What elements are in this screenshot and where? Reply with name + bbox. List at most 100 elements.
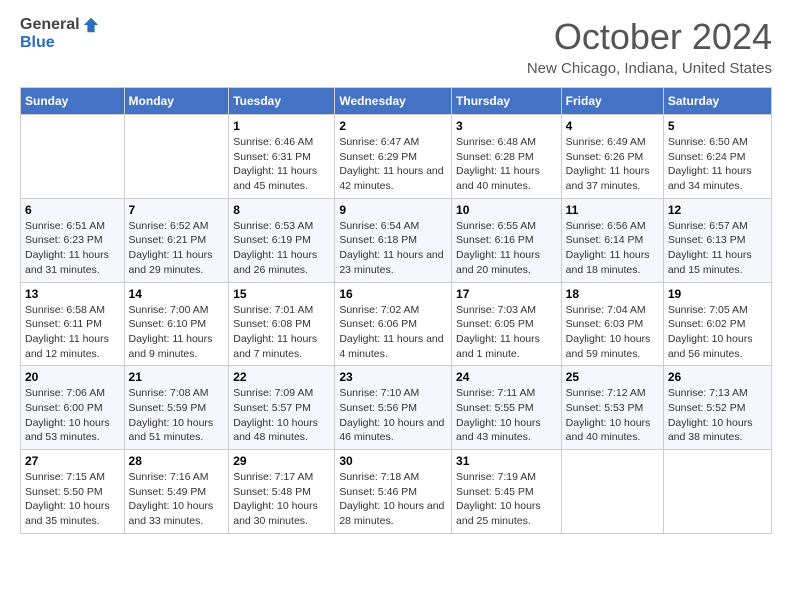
calendar-cell: 19 Sunrise: 7:05 AM Sunset: 6:02 PM Dayli… — [663, 282, 771, 366]
calendar-cell: 23 Sunrise: 7:10 AM Sunset: 5:56 PM Dayli… — [335, 366, 452, 450]
calendar-cell: 14 Sunrise: 7:00 AM Sunset: 6:10 PM Dayli… — [124, 282, 229, 366]
day-detail: Sunrise: 7:10 AM Sunset: 5:56 PM Dayligh… — [339, 386, 447, 445]
day-detail: Sunrise: 7:08 AM Sunset: 5:59 PM Dayligh… — [129, 386, 225, 445]
calendar-cell: 15 Sunrise: 7:01 AM Sunset: 6:08 PM Dayli… — [229, 282, 335, 366]
day-number: 17 — [456, 287, 557, 301]
day-detail: Sunrise: 6:57 AM Sunset: 6:13 PM Dayligh… — [668, 219, 767, 278]
day-number: 30 — [339, 454, 447, 468]
day-detail: Sunrise: 6:55 AM Sunset: 6:16 PM Dayligh… — [456, 219, 557, 278]
day-detail: Sunrise: 6:47 AM Sunset: 6:29 PM Dayligh… — [339, 135, 447, 194]
day-detail: Sunrise: 6:49 AM Sunset: 6:26 PM Dayligh… — [566, 135, 659, 194]
day-number: 11 — [566, 203, 659, 217]
col-header-wednesday: Wednesday — [335, 88, 452, 115]
day-number: 8 — [233, 203, 330, 217]
month-title: October 2024 — [527, 16, 772, 58]
calendar-cell: 4 Sunrise: 6:49 AM Sunset: 6:26 PM Daylig… — [561, 115, 663, 199]
day-number: 25 — [566, 370, 659, 384]
calendar-cell: 21 Sunrise: 7:08 AM Sunset: 5:59 PM Dayli… — [124, 366, 229, 450]
calendar-cell — [124, 115, 229, 199]
day-number: 21 — [129, 370, 225, 384]
week-row-4: 20Sunrise: 7:06 AM Sunset: 6:00 PM Dayli… — [21, 366, 772, 450]
col-header-friday: Friday — [561, 88, 663, 115]
day-number: 13 — [25, 287, 120, 301]
day-number: 6 — [25, 203, 120, 217]
col-header-monday: Monday — [124, 88, 229, 115]
calendar-cell: 20Sunrise: 7:06 AM Sunset: 6:00 PM Dayli… — [21, 366, 125, 450]
week-row-2: 6 Sunrise: 6:51 AM Sunset: 6:23 PM Daylig… — [21, 198, 772, 282]
day-number: 4 — [566, 119, 659, 133]
day-detail: Sunrise: 6:54 AM Sunset: 6:18 PM Dayligh… — [339, 219, 447, 278]
day-detail: Sunrise: 7:18 AM Sunset: 5:46 PM Dayligh… — [339, 470, 447, 529]
day-detail: Sunrise: 6:58 AM Sunset: 6:11 PM Dayligh… — [25, 303, 120, 362]
day-detail: Sunrise: 6:51 AM Sunset: 6:23 PM Dayligh… — [25, 219, 120, 278]
day-detail: Sunrise: 7:05 AM Sunset: 6:02 PM Dayligh… — [668, 303, 767, 362]
day-number: 27 — [25, 454, 120, 468]
calendar-cell: 24 Sunrise: 7:11 AM Sunset: 5:55 PM Dayli… — [452, 366, 562, 450]
day-number: 18 — [566, 287, 659, 301]
calendar-cell: 16 Sunrise: 7:02 AM Sunset: 6:06 PM Dayli… — [335, 282, 452, 366]
day-number: 9 — [339, 203, 447, 217]
day-detail: Sunrise: 6:52 AM Sunset: 6:21 PM Dayligh… — [129, 219, 225, 278]
day-detail: Sunrise: 7:00 AM Sunset: 6:10 PM Dayligh… — [129, 303, 225, 362]
day-detail: Sunrise: 7:11 AM Sunset: 5:55 PM Dayligh… — [456, 386, 557, 445]
calendar-cell — [663, 450, 771, 534]
week-row-3: 13 Sunrise: 6:58 AM Sunset: 6:11 PM Dayli… — [21, 282, 772, 366]
day-number: 29 — [233, 454, 330, 468]
logo-general: General — [20, 16, 80, 34]
day-detail: Sunrise: 7:19 AM Sunset: 5:45 PM Dayligh… — [456, 470, 557, 529]
day-number: 23 — [339, 370, 447, 384]
calendar-cell: 29 Sunrise: 7:17 AM Sunset: 5:48 PM Dayli… — [229, 450, 335, 534]
logo-icon — [82, 16, 100, 34]
day-number: 15 — [233, 287, 330, 301]
logo-blue: Blue — [20, 34, 55, 52]
day-number: 22 — [233, 370, 330, 384]
calendar-cell: 27 Sunrise: 7:15 AM Sunset: 5:50 PM Dayli… — [21, 450, 125, 534]
day-number: 24 — [456, 370, 557, 384]
col-header-sunday: Sunday — [21, 88, 125, 115]
day-number: 19 — [668, 287, 767, 301]
day-detail: Sunrise: 7:02 AM Sunset: 6:06 PM Dayligh… — [339, 303, 447, 362]
calendar-cell: 25 Sunrise: 7:12 AM Sunset: 5:53 PM Dayli… — [561, 366, 663, 450]
calendar-cell — [21, 115, 125, 199]
col-header-tuesday: Tuesday — [229, 88, 335, 115]
calendar-cell: 13 Sunrise: 6:58 AM Sunset: 6:11 PM Dayli… — [21, 282, 125, 366]
day-detail: Sunrise: 7:12 AM Sunset: 5:53 PM Dayligh… — [566, 386, 659, 445]
day-number: 5 — [668, 119, 767, 133]
logo: General Blue — [20, 16, 100, 52]
day-detail: Sunrise: 7:03 AM Sunset: 6:05 PM Dayligh… — [456, 303, 557, 362]
calendar-cell: 28Sunrise: 7:16 AM Sunset: 5:49 PM Dayli… — [124, 450, 229, 534]
calendar-header-row: SundayMondayTuesdayWednesdayThursdayFrid… — [21, 88, 772, 115]
day-detail: Sunrise: 7:17 AM Sunset: 5:48 PM Dayligh… — [233, 470, 330, 529]
week-row-5: 27 Sunrise: 7:15 AM Sunset: 5:50 PM Dayli… — [21, 450, 772, 534]
col-header-thursday: Thursday — [452, 88, 562, 115]
calendar-cell: 5Sunrise: 6:50 AM Sunset: 6:24 PM Daylig… — [663, 115, 771, 199]
day-number: 31 — [456, 454, 557, 468]
calendar-cell: 8Sunrise: 6:53 AM Sunset: 6:19 PM Daylig… — [229, 198, 335, 282]
day-number: 14 — [129, 287, 225, 301]
day-detail: Sunrise: 7:13 AM Sunset: 5:52 PM Dayligh… — [668, 386, 767, 445]
page-header: General Blue October 2024 New Chicago, I… — [20, 16, 772, 77]
calendar-cell: 12Sunrise: 6:57 AM Sunset: 6:13 PM Dayli… — [663, 198, 771, 282]
day-detail: Sunrise: 6:56 AM Sunset: 6:14 PM Dayligh… — [566, 219, 659, 278]
day-number: 28 — [129, 454, 225, 468]
calendar-cell: 6 Sunrise: 6:51 AM Sunset: 6:23 PM Daylig… — [21, 198, 125, 282]
calendar-cell: 18Sunrise: 7:04 AM Sunset: 6:03 PM Dayli… — [561, 282, 663, 366]
col-header-saturday: Saturday — [663, 88, 771, 115]
calendar-cell: 1Sunrise: 6:46 AM Sunset: 6:31 PM Daylig… — [229, 115, 335, 199]
calendar-cell: 26Sunrise: 7:13 AM Sunset: 5:52 PM Dayli… — [663, 366, 771, 450]
location: New Chicago, Indiana, United States — [527, 60, 772, 77]
day-detail: Sunrise: 7:09 AM Sunset: 5:57 PM Dayligh… — [233, 386, 330, 445]
calendar-cell: 31 Sunrise: 7:19 AM Sunset: 5:45 PM Dayli… — [452, 450, 562, 534]
day-number: 7 — [129, 203, 225, 217]
day-detail: Sunrise: 7:01 AM Sunset: 6:08 PM Dayligh… — [233, 303, 330, 362]
day-detail: Sunrise: 7:06 AM Sunset: 6:00 PM Dayligh… — [25, 386, 120, 445]
day-detail: Sunrise: 7:15 AM Sunset: 5:50 PM Dayligh… — [25, 470, 120, 529]
day-number: 16 — [339, 287, 447, 301]
calendar-table: SundayMondayTuesdayWednesdayThursdayFrid… — [20, 87, 772, 534]
calendar-cell: 3Sunrise: 6:48 AM Sunset: 6:28 PM Daylig… — [452, 115, 562, 199]
calendar-cell: 11 Sunrise: 6:56 AM Sunset: 6:14 PM Dayli… — [561, 198, 663, 282]
calendar-cell — [561, 450, 663, 534]
title-block: October 2024 New Chicago, Indiana, Unite… — [527, 16, 772, 77]
day-number: 2 — [339, 119, 447, 133]
calendar-body: 1Sunrise: 6:46 AM Sunset: 6:31 PM Daylig… — [21, 115, 772, 534]
